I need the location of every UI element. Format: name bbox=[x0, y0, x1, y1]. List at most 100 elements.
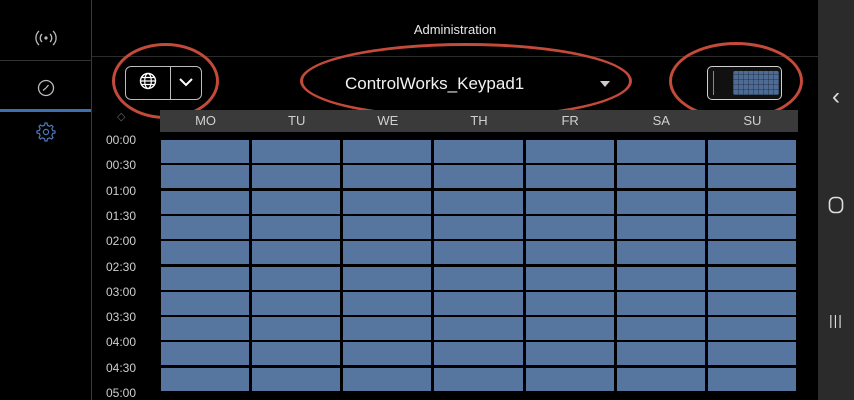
side-rail bbox=[0, 0, 92, 400]
time-label: 02:00 bbox=[106, 234, 137, 249]
schedule-slot[interactable] bbox=[616, 367, 705, 391]
schedule-slot[interactable] bbox=[252, 140, 341, 163]
schedule-slot[interactable] bbox=[707, 190, 796, 214]
schedule-slot[interactable] bbox=[707, 165, 796, 189]
schedule-slot[interactable] bbox=[343, 291, 432, 315]
day-header-we: WE bbox=[377, 113, 399, 128]
recents-button[interactable]: ||| bbox=[818, 305, 854, 335]
language-dropdown-button[interactable] bbox=[171, 67, 201, 99]
schedule-slot[interactable] bbox=[252, 266, 341, 290]
schedule-slot[interactable] bbox=[434, 140, 523, 163]
schedule-slot[interactable] bbox=[161, 291, 250, 315]
schedule-slot[interactable] bbox=[525, 140, 614, 163]
rail-item-schedule[interactable] bbox=[0, 66, 92, 114]
schedule-slot[interactable] bbox=[161, 190, 250, 214]
schedule-slot[interactable] bbox=[252, 165, 341, 189]
title-divider bbox=[92, 56, 818, 57]
schedule-slot[interactable] bbox=[525, 241, 614, 265]
schedule-slot[interactable] bbox=[161, 317, 250, 341]
schedule-slot[interactable] bbox=[252, 241, 341, 265]
schedule-slot[interactable] bbox=[707, 367, 796, 391]
schedule-slot[interactable] bbox=[616, 241, 705, 265]
day-header-su: SU bbox=[743, 113, 762, 128]
sort-icon[interactable]: ◇ bbox=[117, 110, 125, 123]
language-selector[interactable] bbox=[125, 66, 202, 100]
schedule-slot[interactable] bbox=[161, 342, 250, 366]
recents-icon: ||| bbox=[829, 312, 843, 328]
schedule-slot[interactable] bbox=[161, 367, 250, 391]
schedule-slot[interactable] bbox=[616, 317, 705, 341]
schedule-slot[interactable] bbox=[161, 140, 250, 163]
schedule-slot[interactable] bbox=[707, 317, 796, 341]
schedule-slot[interactable] bbox=[434, 342, 523, 366]
time-label: 04:00 bbox=[106, 335, 137, 350]
schedule-slot[interactable] bbox=[525, 266, 614, 290]
schedule-slot[interactable] bbox=[161, 215, 250, 239]
schedule-slot[interactable] bbox=[161, 266, 250, 290]
schedule-slot[interactable] bbox=[525, 165, 614, 189]
schedule-slot[interactable] bbox=[616, 165, 705, 189]
schedule-slot[interactable] bbox=[616, 342, 705, 366]
back-icon: ‹ bbox=[832, 83, 840, 110]
schedule-slot[interactable] bbox=[252, 367, 341, 391]
schedule-slot[interactable] bbox=[525, 317, 614, 341]
schedule-slot[interactable] bbox=[707, 342, 796, 366]
schedule-slot[interactable] bbox=[434, 317, 523, 341]
back-button[interactable]: ‹ bbox=[818, 82, 854, 112]
schedule-slot[interactable] bbox=[616, 140, 705, 163]
globe-button[interactable] bbox=[126, 67, 171, 99]
schedule-slot[interactable] bbox=[707, 241, 796, 265]
main-panel: Administration ControlWorks_Keypad1 ◇ MO… bbox=[92, 0, 818, 400]
schedule-slot[interactable] bbox=[707, 291, 796, 315]
schedule-slot[interactable] bbox=[252, 190, 341, 214]
schedule-slot[interactable] bbox=[252, 317, 341, 341]
day-header-mo: MO bbox=[195, 113, 217, 128]
schedule-slot[interactable] bbox=[525, 291, 614, 315]
schedule-slot[interactable] bbox=[616, 190, 705, 214]
schedule-slot[interactable] bbox=[616, 291, 705, 315]
schedule-slot[interactable] bbox=[434, 165, 523, 189]
schedule-slot[interactable] bbox=[343, 266, 432, 290]
schedule-slot[interactable] bbox=[525, 367, 614, 391]
schedule-slot[interactable] bbox=[707, 140, 796, 163]
schedule-slot[interactable] bbox=[252, 215, 341, 239]
schedule-slot[interactable] bbox=[707, 266, 796, 290]
schedule-slot[interactable] bbox=[434, 291, 523, 315]
schedule-slot[interactable] bbox=[525, 215, 614, 239]
rail-item-settings[interactable] bbox=[0, 110, 92, 158]
schedule-slot[interactable] bbox=[343, 367, 432, 391]
schedule-slot[interactable] bbox=[343, 342, 432, 366]
schedule-slot[interactable] bbox=[343, 215, 432, 239]
schedule-slot[interactable] bbox=[434, 215, 523, 239]
schedule-slot[interactable] bbox=[343, 165, 432, 189]
device-select[interactable]: ControlWorks_Keypad1 bbox=[317, 70, 617, 98]
home-button[interactable] bbox=[818, 192, 854, 222]
schedule-slot[interactable] bbox=[252, 291, 341, 315]
time-label: 03:30 bbox=[106, 310, 137, 325]
schedule-slot[interactable] bbox=[161, 165, 250, 189]
schedule-slot[interactable] bbox=[525, 342, 614, 366]
schedule-slot[interactable] bbox=[343, 140, 432, 163]
time-label: 01:30 bbox=[106, 208, 137, 223]
clock-icon bbox=[37, 79, 55, 102]
globe-icon bbox=[139, 72, 157, 95]
schedule-slot[interactable] bbox=[434, 190, 523, 214]
home-icon bbox=[828, 194, 844, 220]
schedule-slot[interactable] bbox=[343, 317, 432, 341]
day-header-tu: TU bbox=[288, 113, 306, 128]
day-header-fr: FR bbox=[561, 113, 579, 128]
schedule-slot[interactable] bbox=[707, 215, 796, 239]
schedule-slot[interactable] bbox=[525, 190, 614, 214]
schedule-slot[interactable] bbox=[616, 266, 705, 290]
schedule-slot[interactable] bbox=[252, 342, 341, 366]
schedule-slot[interactable] bbox=[161, 241, 250, 265]
schedule-slot[interactable] bbox=[434, 367, 523, 391]
schedule-slot[interactable] bbox=[434, 241, 523, 265]
rail-item-broadcast[interactable] bbox=[0, 16, 92, 64]
schedule-slot[interactable] bbox=[343, 241, 432, 265]
schedule-slot[interactable] bbox=[616, 215, 705, 239]
view-toggle[interactable] bbox=[707, 66, 782, 100]
schedule-slot[interactable] bbox=[434, 266, 523, 290]
schedule-slot[interactable] bbox=[343, 190, 432, 214]
android-nav-bar: ‹ ||| bbox=[818, 0, 854, 400]
